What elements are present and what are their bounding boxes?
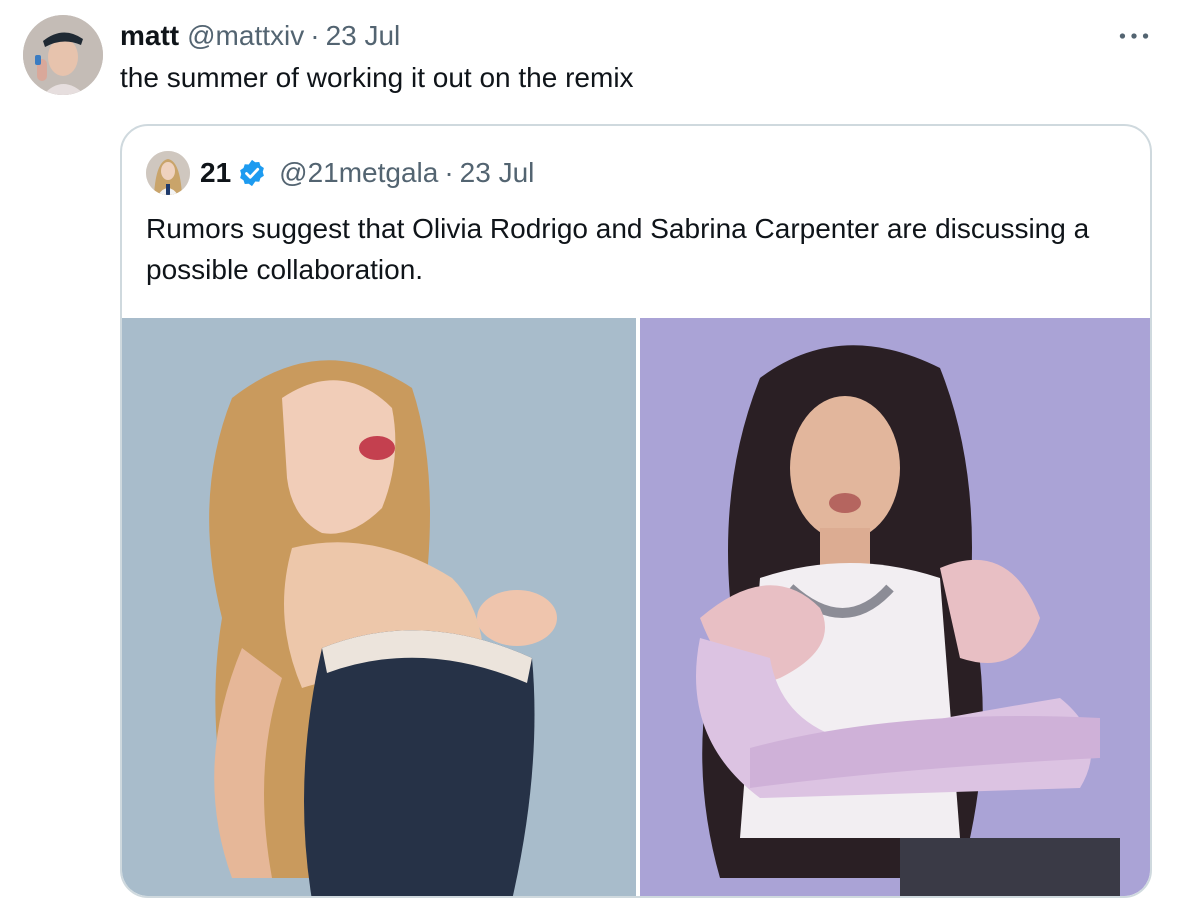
tweet[interactable]: matt @mattxiv · 23 Jul the summer of wor…: [0, 0, 1178, 918]
photo-left-image: [122, 318, 636, 896]
tweet-date[interactable]: 23 Jul: [326, 20, 401, 52]
quoted-separator: ·: [444, 157, 454, 188]
tweet-header: matt @mattxiv · 23 Jul: [120, 16, 400, 56]
author-handle[interactable]: @mattxiv: [187, 20, 304, 52]
quoted-tweet-text: Rumors suggest that Olivia Rodrigo and S…: [146, 213, 1090, 285]
more-options-button[interactable]: [1116, 22, 1152, 50]
separator: ·: [310, 20, 320, 51]
verified-badge-icon: [240, 159, 265, 187]
photo-right[interactable]: [640, 318, 1150, 896]
quoted-author-handle[interactable]: @21metgala: [279, 157, 438, 189]
quoted-author-avatar[interactable]: [146, 151, 190, 195]
avatar-image: [23, 15, 103, 95]
tweet-text: the summer of working it out on the remi…: [120, 62, 634, 93]
quoted-tweet-header: 21 @21metgala · 23 Jul: [146, 150, 534, 196]
author-avatar[interactable]: [23, 15, 103, 95]
photo-right-image: [640, 318, 1150, 896]
media-grid: [122, 318, 1150, 896]
quoted-author-name[interactable]: 21: [200, 157, 231, 189]
photo-left[interactable]: [122, 318, 636, 896]
more-horizontal-icon: [1119, 33, 1149, 39]
quoted-tweet-date[interactable]: 23 Jul: [460, 157, 535, 189]
quoted-avatar-image: [146, 151, 190, 195]
quoted-tweet[interactable]: 21 @21metgala · 23 Jul Rumors suggest th…: [120, 124, 1152, 898]
author-name[interactable]: matt: [120, 20, 179, 52]
